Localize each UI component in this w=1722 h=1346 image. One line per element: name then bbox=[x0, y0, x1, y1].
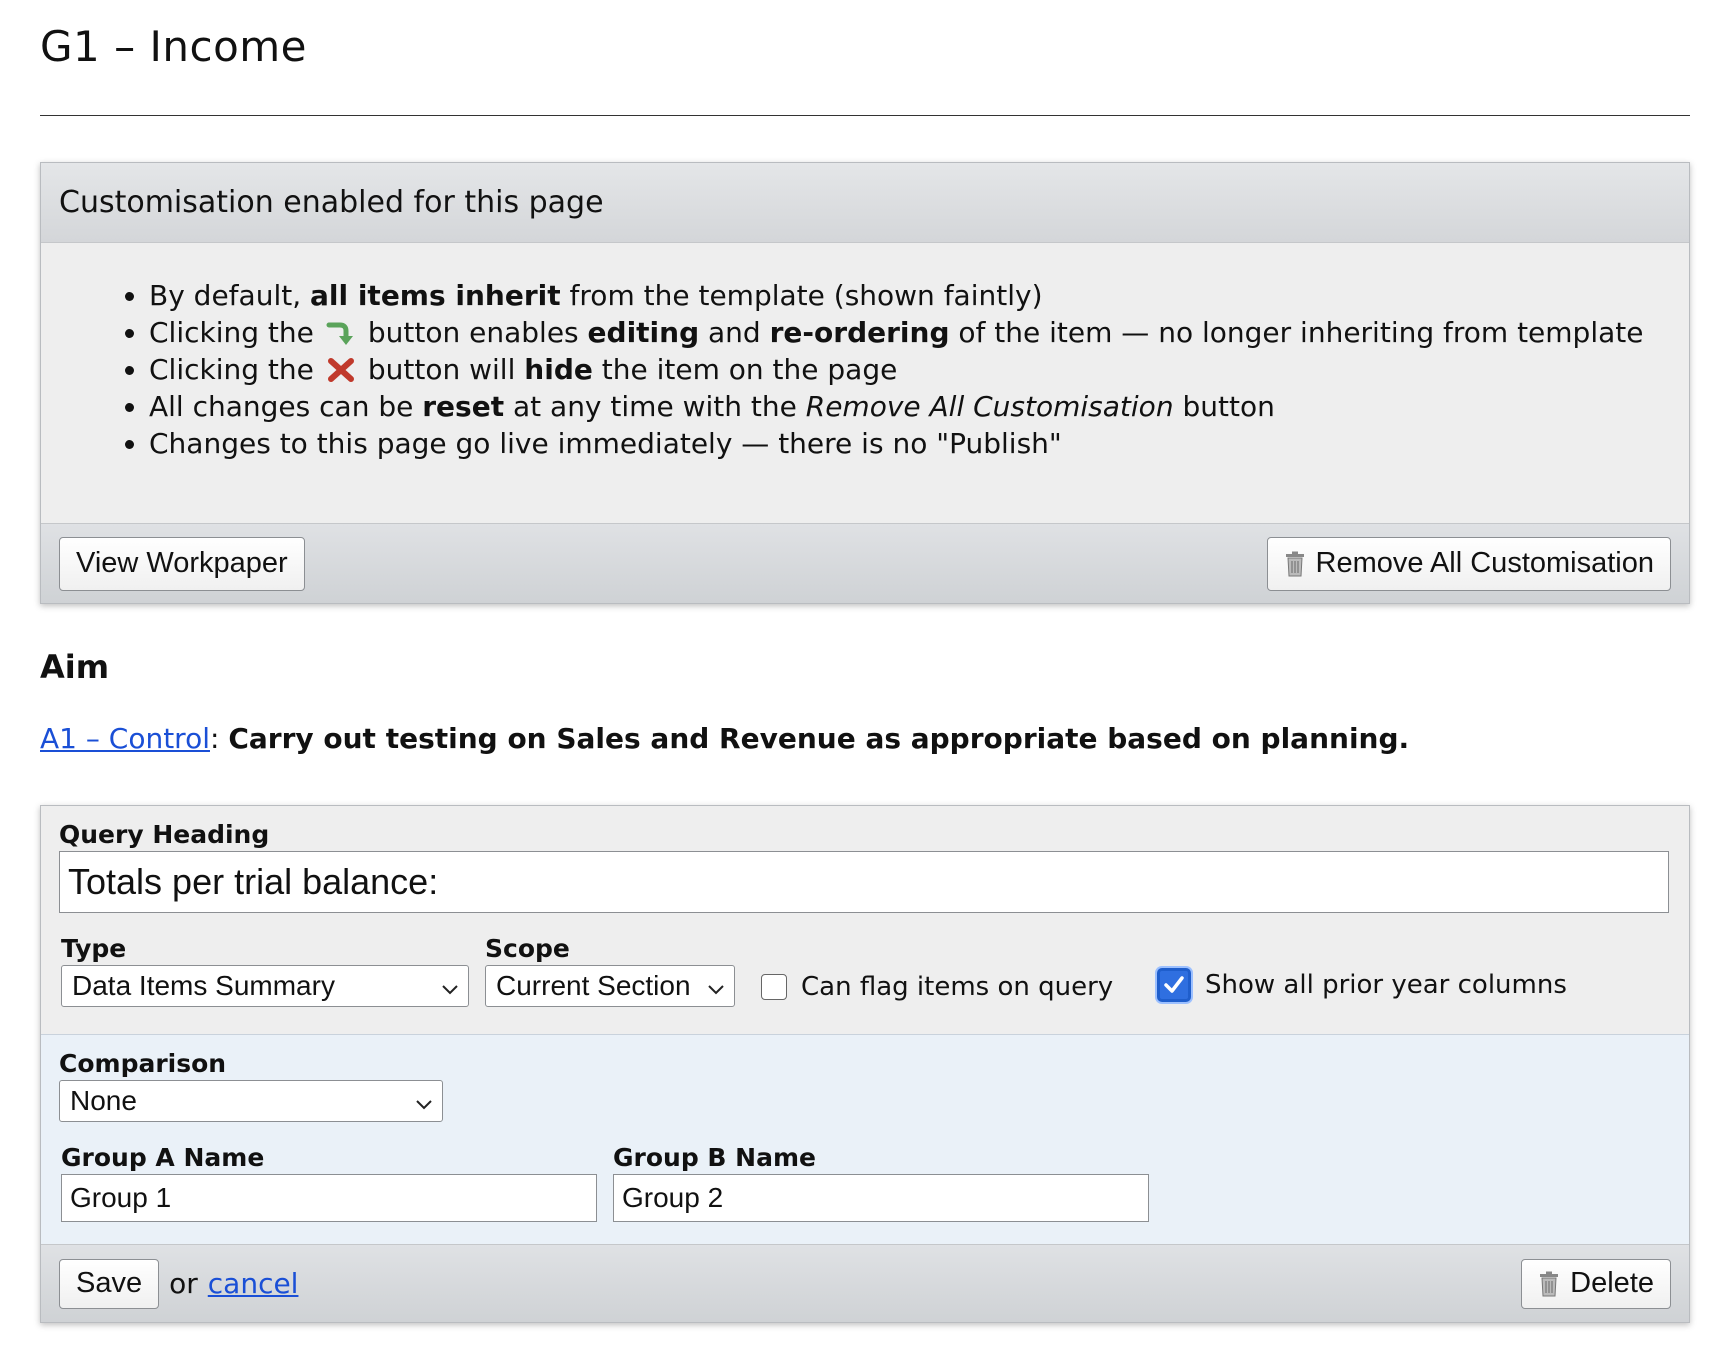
cancel-link[interactable]: cancel bbox=[208, 1267, 299, 1300]
group-b-input[interactable] bbox=[613, 1174, 1149, 1222]
aim-line: A1 – Control: Carry out testing on Sales… bbox=[40, 722, 1409, 755]
inherit-arrow-icon bbox=[326, 319, 356, 347]
type-label: Type bbox=[61, 934, 127, 963]
query-settings: Query Heading Type Data Items Summary Sc… bbox=[41, 806, 1689, 1034]
show-prior-checkbox[interactable] bbox=[1157, 968, 1191, 1002]
aim-separator: : bbox=[209, 722, 220, 755]
scope-field: Scope Current Section bbox=[485, 934, 735, 1007]
show-prior-option: Show all prior year columns bbox=[1157, 968, 1567, 1002]
can-flag-option: Can flag items on query bbox=[761, 972, 1113, 1002]
chevron-down-icon bbox=[708, 970, 724, 1002]
bullet-reset: All changes can be reset at any time wit… bbox=[125, 388, 1689, 425]
hide-x-icon bbox=[326, 356, 356, 384]
show-prior-label: Show all prior year columns bbox=[1205, 970, 1567, 1000]
save-cancel-group: Save or cancel bbox=[59, 1258, 299, 1309]
checkmark-icon bbox=[1164, 976, 1184, 993]
query-heading-label: Query Heading bbox=[59, 820, 270, 849]
or-text: or bbox=[169, 1267, 198, 1300]
remove-all-customisation-button[interactable]: Remove All Customisation bbox=[1266, 536, 1671, 591]
view-workpaper-button[interactable]: View Workpaper bbox=[59, 536, 305, 591]
bullet-inherit: By default, all items inherit from the t… bbox=[125, 277, 1689, 314]
customisation-panel: Customisation enabled for this page By d… bbox=[40, 162, 1690, 604]
comparison-label: Comparison bbox=[59, 1049, 227, 1078]
save-button[interactable]: Save bbox=[59, 1258, 160, 1309]
type-select[interactable]: Data Items Summary bbox=[61, 965, 469, 1007]
can-flag-checkbox[interactable] bbox=[761, 974, 787, 1000]
type-field: Type Data Items Summary bbox=[61, 934, 469, 1007]
customisation-footer: View Workpaper Remove All Customisation bbox=[41, 523, 1689, 603]
bullet-editing: Clicking the button enables editing and r… bbox=[125, 314, 1689, 351]
customisation-body: By default, all items inherit from the t… bbox=[41, 243, 1689, 523]
comparison-select[interactable]: None bbox=[59, 1080, 443, 1122]
customisation-bullets: By default, all items inherit from the t… bbox=[125, 277, 1689, 462]
scope-label: Scope bbox=[485, 934, 570, 963]
aim-control-link[interactable]: A1 – Control bbox=[40, 722, 210, 755]
query-footer: Save or cancel Delete bbox=[41, 1244, 1689, 1322]
query-panel: Query Heading Type Data Items Summary Sc… bbox=[40, 805, 1690, 1323]
can-flag-label: Can flag items on query bbox=[801, 972, 1114, 1002]
page-title: G1 – Income bbox=[40, 22, 308, 71]
customisation-header: Customisation enabled for this page bbox=[41, 163, 1689, 243]
group-b-label: Group B Name bbox=[613, 1143, 816, 1172]
chevron-down-icon bbox=[416, 1085, 432, 1117]
group-a-input[interactable] bbox=[61, 1174, 597, 1222]
query-options-row: Type Data Items Summary Scope Current Se… bbox=[59, 934, 1671, 1024]
trash-icon bbox=[1284, 551, 1306, 577]
bullet-live: Changes to this page go live immediately… bbox=[125, 425, 1689, 462]
bullet-hide: Clicking the button will hide the item on… bbox=[125, 351, 1689, 388]
group-b-field: Group B Name bbox=[613, 1143, 1149, 1222]
delete-button[interactable]: Delete bbox=[1521, 1258, 1671, 1309]
aim-heading: Aim bbox=[40, 648, 110, 686]
group-a-label: Group A Name bbox=[61, 1143, 265, 1172]
title-divider bbox=[40, 115, 1690, 116]
chevron-down-icon bbox=[442, 970, 458, 1002]
scope-select[interactable]: Current Section bbox=[485, 965, 735, 1007]
trash-icon bbox=[1538, 1271, 1560, 1297]
comparison-section: Comparison None Group A Name Group B Nam… bbox=[41, 1034, 1689, 1244]
aim-text: Carry out testing on Sales and Revenue a… bbox=[228, 722, 1410, 755]
group-a-field: Group A Name bbox=[61, 1143, 597, 1222]
query-heading-input[interactable] bbox=[59, 851, 1669, 913]
